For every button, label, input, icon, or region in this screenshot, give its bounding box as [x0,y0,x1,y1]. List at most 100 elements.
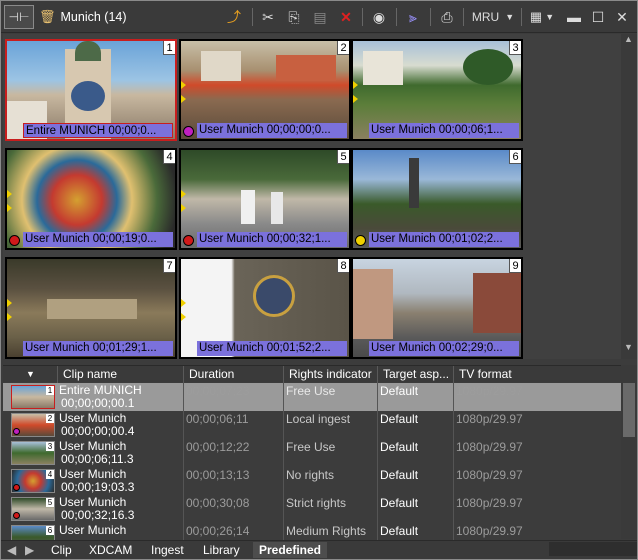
duration-cell: 00;00;06;11 [183,411,283,439]
clip-number: 4 [163,150,175,164]
clip-timecode: 00;00;06;11.3 [61,452,134,466]
up-folder-button[interactable]: ⤴ [222,5,246,29]
delete-button[interactable]: ✕ [335,5,357,29]
table-scrollbar[interactable] [621,365,637,539]
layout-dropdown[interactable]: ▦ ▼ [525,5,559,29]
scroll-down-icon[interactable]: ▼ [624,342,633,352]
scroll-up-icon[interactable]: ▲ [624,34,633,44]
row-thumbnail: 1 [11,385,55,409]
tab-predefined[interactable]: Predefined [253,542,328,558]
clip-name-cell: User Munich 00;00;32;16.3 [57,495,183,523]
row-clip-number: 4 [46,470,54,479]
tab-scroll-left-icon[interactable]: ◀ [7,542,16,558]
clip-thumbnail[interactable]: 9 User Munich 00;02;29;0... [351,257,523,359]
bin-title-label: Munich (14) [60,10,127,24]
close-button[interactable]: ✕ [612,5,632,29]
clip-thumbnail[interactable]: 4 User Munich 00;00;19;0... [5,148,177,250]
row-thumbnail: 5 [11,497,55,521]
row-clip-number: 2 [46,414,54,423]
marker-icon [181,204,186,212]
delete-x-icon: ✕ [340,8,352,25]
column-header[interactable]: Duration [183,366,283,383]
clip-thumbnail[interactable]: 7 User Munich 00;01;29;1... [5,257,177,359]
table-row[interactable]: 2 User Munich 00;00;00;00.4 00;00;06;11 Loca… [3,411,621,439]
clip-timecode: 00;00;00;00.4 [61,424,135,438]
clip-number: 6 [509,150,521,164]
tab-clip[interactable]: Clip [51,542,72,558]
table-row[interactable]: 4 User Munich 00;00;19;03.3 00;00;13;13 No r… [3,467,621,495]
copy-button[interactable]: ⎘ [283,5,305,29]
marker-icon [181,299,186,307]
clip-caption: User Munich 00;01;52;2... [197,341,347,356]
tab-ingest[interactable]: Ingest [151,542,184,558]
row-clip-number: 6 [46,526,54,535]
aspect-cell: Default [377,411,453,439]
duration-cell: 00;00;13;13 [183,467,283,495]
clip-caption: User Munich 00;00;06;1... [369,123,519,138]
clip-thumbnail[interactable]: 2 User Munich 00;00;00;0... [179,39,351,141]
row-clip-number: 5 [46,498,54,507]
table-row[interactable]: 5 User Munich 00;00;32;16.3 00;00;30;08 Stri… [3,495,621,523]
mru-dropdown[interactable]: MRU ▼ [469,5,517,29]
layout-icon: ▦ [529,9,543,24]
tv-format-cell: 1080p/29.97 [453,467,621,495]
pin-icon: ⊣⊢ [8,10,30,24]
column-header[interactable]: TV format [453,366,621,383]
copy-icon: ⎘ [288,8,300,25]
rights-indicator-icon [13,512,20,519]
clip-thumbnail[interactable]: 8 User Munich 00;01;52;2... [179,257,351,359]
clip-number: 9 [509,259,521,273]
marker-icon [7,190,12,198]
send-to-icon: ⫸ [409,8,417,25]
clip-thumbnail[interactable]: 5 User Munich 00;00;32;1... [179,148,351,250]
horizontal-scrollbar[interactable] [549,542,637,556]
rights-cell: Local ingest [283,411,377,439]
bin-title[interactable]: 🗑 Munich (14) [39,5,213,29]
rights-cell: No rights [283,467,377,495]
row-clip-number: 1 [46,386,54,395]
scrollbar-thumb[interactable] [623,383,635,437]
clip-timecode: 00;00;32;16.3 [61,508,135,522]
marker-icon [7,204,12,212]
duration-cell: 00;00;12;22 [183,439,283,467]
pin-button[interactable]: ⊣⊢ [4,5,34,29]
close-icon: ✕ [616,8,628,25]
tab-scroll-right-icon[interactable]: ▶ [25,542,34,558]
clip-thumbnail[interactable]: 3 User Munich 00;00;06;1... [351,39,523,141]
clip-name-cell: User Munich 00;00;00;00.4 [57,411,183,439]
print-button[interactable]: ⎙ [435,5,459,29]
maximize-button[interactable]: ☐ [588,5,608,29]
chevron-down-icon: ▼ [505,12,515,22]
sort-menu-button[interactable]: ▼ [3,366,53,383]
clip-thumbnail[interactable]: 6 User Munich 00;01;02;2... [351,148,523,250]
clip-number: 3 [509,41,521,55]
marker-icon [353,95,358,103]
cut-button[interactable]: ✂ [257,5,279,29]
marker-icon [7,313,12,321]
column-header[interactable]: Rights indicator [283,366,377,383]
view-button[interactable]: ◉ [367,5,391,29]
row-thumbnail: 3 [11,441,55,465]
aspect-cell: Default [377,495,453,523]
column-header[interactable]: Target asp... [377,366,453,383]
marker-icon [353,81,358,89]
scissors-icon: ✂ [262,8,274,25]
tv-format-cell: 1080p/29.97 [453,383,621,411]
tab-xdcam[interactable]: XDCAM [89,542,132,558]
paste-button[interactable]: ▤ [309,5,331,29]
clip-number: 5 [337,150,349,164]
table-row[interactable]: 1 Entire MUNICH 00;00;00;00.1 00;00;07;23 Fr… [3,383,621,411]
clip-number: 2 [337,41,349,55]
clip-thumbnail[interactable]: 1 Entire MUNICH 00;00;0... [5,39,177,141]
send-button[interactable]: ⫸ [401,5,425,29]
tab-library[interactable]: Library [203,542,240,558]
clip-caption: Entire MUNICH 00;00;0... [23,123,173,138]
row-thumbnail: 2 [11,413,55,437]
minimize-button[interactable]: ▬ [564,5,584,29]
grid-scrollbar[interactable]: ▲ ▼ [621,34,637,359]
clip-caption: User Munich 00;01;02;2... [369,232,519,247]
column-header[interactable]: Clip name [57,366,183,383]
table-row[interactable]: 3 User Munich 00;00;06;11.3 00;00;12;22 Free… [3,439,621,467]
clip-name-cell: User Munich 00;00;06;11.3 [57,439,183,467]
duration-cell: 00;00;30;08 [183,495,283,523]
